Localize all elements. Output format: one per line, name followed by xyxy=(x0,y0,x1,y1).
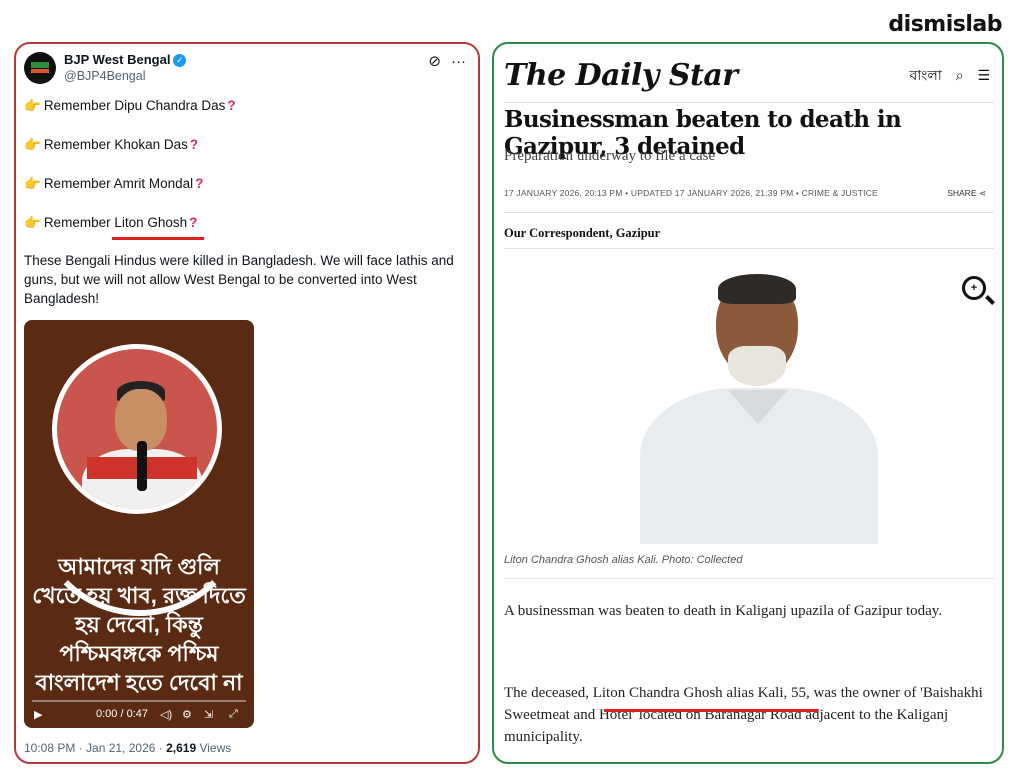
author-handle[interactable]: @BJP4Bengal xyxy=(64,69,146,83)
tweet-meta: 10:08 PM · Jan 21, 2026 · 2,619 Views xyxy=(24,741,232,755)
zoom-icon[interactable]: + xyxy=(962,276,986,300)
video-time: 0:00 / 0:47 xyxy=(96,708,148,720)
tweet-line-2: 👉 Remember Khokan Das? xyxy=(24,137,199,152)
article-panel: The Daily Star বাংলা ⌕ ☰ Businessman bea… xyxy=(492,42,1004,764)
photo-caption: Liton Chandra Ghosh alias Kali. Photo: C… xyxy=(504,554,743,566)
view-count: 2,619 xyxy=(166,741,197,755)
tweet-video[interactable]: আমাদের যদি গুলি খেতে হয় খাব, রক্ত দিতে … xyxy=(24,320,254,728)
question-mark-icon: ? xyxy=(227,98,236,113)
highlight-underline xyxy=(604,709,818,712)
author-name[interactable]: BJP West Bengal ✓ xyxy=(64,52,187,67)
article-photo[interactable] xyxy=(634,272,884,544)
divider xyxy=(504,578,994,579)
bangla-link[interactable]: বাংলা xyxy=(909,67,941,83)
tweet-body: These Bengali Hindus were killed in Bang… xyxy=(24,253,454,306)
dismislab-watermark: dismislab xyxy=(888,12,1002,37)
video-controls: ▶ 0:00 / 0:47 ◁) ⚙ ⇲ ⤢ xyxy=(24,696,254,728)
tweet-header: BJP West Bengal ✓ @BJP4Bengal ⊘ ··· xyxy=(24,52,470,86)
search-icon[interactable]: ⌕ xyxy=(956,67,964,83)
highlight-underline xyxy=(112,237,204,240)
menu-icon[interactable]: ☰ xyxy=(977,67,990,83)
tweet-timestamp[interactable]: 10:08 PM · Jan 21, 2026 · xyxy=(24,741,166,755)
article-paragraph-1: A businessman was beaten to death in Kal… xyxy=(504,603,943,619)
question-mark-icon: ? xyxy=(189,215,198,230)
pip-icon[interactable]: ⇲ xyxy=(204,708,213,721)
tweet-tools: ⊘ ··· xyxy=(418,52,466,70)
pointing-hand-icon: 👉 xyxy=(24,176,41,191)
settings-icon[interactable]: ⚙ xyxy=(182,708,192,721)
fullscreen-icon[interactable]: ⤢ xyxy=(229,708,238,721)
video-overlay-text: আমাদের যদি গুলি খেতে হয় খাব, রক্ত দিতে … xyxy=(32,554,246,695)
pointing-hand-icon: 👉 xyxy=(24,137,41,152)
more-options-icon[interactable]: ··· xyxy=(451,53,466,70)
volume-icon[interactable]: ◁) xyxy=(160,708,172,721)
divider xyxy=(504,102,994,103)
video-progress-bar[interactable] xyxy=(32,700,246,702)
speaker-photo xyxy=(52,344,222,514)
tweet-line-1: 👉 Remember Dipu Chandra Das? xyxy=(24,98,236,113)
site-nav: বাংলা ⌕ ☰ xyxy=(899,64,990,88)
article-subheadline: Preparation underway to file a case xyxy=(504,148,716,164)
question-mark-icon: ? xyxy=(195,176,204,191)
verified-badge-icon: ✓ xyxy=(173,54,187,67)
share-icon: ⋖ xyxy=(978,188,986,198)
divider xyxy=(504,212,994,213)
divider xyxy=(504,248,994,249)
daily-star-logo[interactable]: The Daily Star xyxy=(504,58,738,93)
article-paragraph-2: The deceased, Liton Chandra Ghosh alias … xyxy=(504,685,983,745)
play-icon[interactable]: ▶ xyxy=(34,708,42,721)
article-byline[interactable]: Our Correspondent, Gazipur xyxy=(504,226,660,241)
question-mark-icon: ? xyxy=(189,137,199,152)
grok-icon[interactable]: ⊘ xyxy=(428,53,441,70)
avatar[interactable] xyxy=(24,52,56,84)
pointing-hand-icon: 👉 xyxy=(24,215,41,230)
share-button[interactable]: SHARE ⋖ xyxy=(947,188,986,199)
tweet-line-3: 👉 Remember Amrit Mondal? xyxy=(24,176,204,191)
tweet-line-4: 👉 Remember Liton Ghosh? xyxy=(24,215,198,230)
article-dateline: 17 JANUARY 2026, 20:13 PM • UPDATED 17 J… xyxy=(504,188,878,198)
tweet-panel: BJP West Bengal ✓ @BJP4Bengal ⊘ ··· 👉 Remem… xyxy=(14,42,480,764)
pointing-hand-icon: 👉 xyxy=(24,98,41,113)
